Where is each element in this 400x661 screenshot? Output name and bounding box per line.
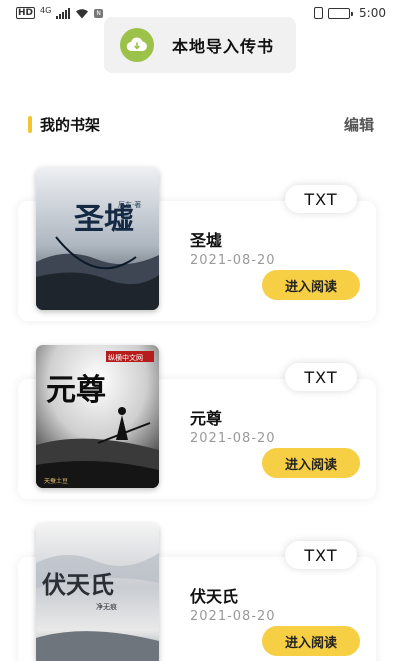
read-button[interactable]: 进入阅读 (262, 270, 360, 300)
local-import-button[interactable]: 本地导入传书 (104, 17, 296, 73)
book-date: 2021-08-20 (190, 609, 276, 624)
cover-publisher-text: 纵横中文网 (108, 353, 143, 362)
book-cover[interactable]: 圣墟 辰东·著 (36, 167, 159, 310)
clock: 5:00 (359, 6, 386, 20)
edit-button[interactable]: 编辑 (344, 114, 374, 135)
read-button[interactable]: 进入阅读 (262, 448, 360, 478)
cloud-download-icon (120, 28, 154, 62)
bookshelf-header: 我的书架 编辑 (28, 112, 374, 136)
section-title: 我的书架 (40, 115, 101, 134)
signal-icon (56, 7, 71, 19)
wifi-icon (76, 8, 89, 18)
book-cover-art: 圣墟 辰东·著 (36, 167, 159, 310)
book-cover-art: 伏天氏 净无痕 (36, 523, 159, 661)
cover-title-text: 元尊 (46, 373, 106, 408)
format-badge: TXT (285, 185, 357, 213)
notification-badge: N (94, 8, 103, 18)
book-cover[interactable]: 纵横中文网 元尊 天蚕土豆 (36, 345, 159, 488)
section-accent-bar (28, 115, 32, 133)
cover-title-text: 伏天氏 (42, 570, 114, 599)
hd-indicator: HD (16, 7, 36, 19)
vibrate-icon (314, 7, 324, 19)
book-item[interactable]: 伏天氏 净无痕 TXT 伏天氏 2021-08-20 进入阅读 (0, 523, 400, 661)
status-right: 5:00 (314, 6, 386, 20)
cover-author-text: 净无痕 (96, 602, 117, 611)
section-title-wrap: 我的书架 (28, 114, 100, 135)
cover-author-text: 辰东·著 (118, 200, 141, 209)
book-cover[interactable]: 伏天氏 净无痕 (36, 523, 159, 661)
network-type: 4G (40, 5, 52, 15)
local-import-label: 本地导入传书 (172, 37, 275, 56)
book-title: 元尊 (190, 409, 223, 428)
book-item[interactable]: 纵横中文网 元尊 天蚕土豆 TXT 元尊 2021-08-20 进入阅读 (0, 345, 400, 505)
status-left: HD 4G N (16, 5, 103, 19)
book-item[interactable]: 圣墟 辰东·著 TXT 圣墟 2021-08-20 进入阅读 (0, 167, 400, 327)
book-cover-art: 纵横中文网 元尊 天蚕土豆 (36, 345, 159, 488)
book-title: 伏天氏 (190, 587, 239, 606)
battery-icon (328, 7, 354, 19)
read-button[interactable]: 进入阅读 (262, 626, 360, 656)
cover-author-text: 天蚕土豆 (44, 477, 68, 485)
book-date: 2021-08-20 (190, 431, 276, 446)
book-date: 2021-08-20 (190, 253, 276, 268)
book-title: 圣墟 (190, 231, 223, 250)
format-badge: TXT (285, 541, 357, 569)
format-badge: TXT (285, 363, 357, 391)
book-list: 圣墟 辰东·著 TXT 圣墟 2021-08-20 进入阅读 纵横中文网 元尊 … (0, 0, 400, 661)
